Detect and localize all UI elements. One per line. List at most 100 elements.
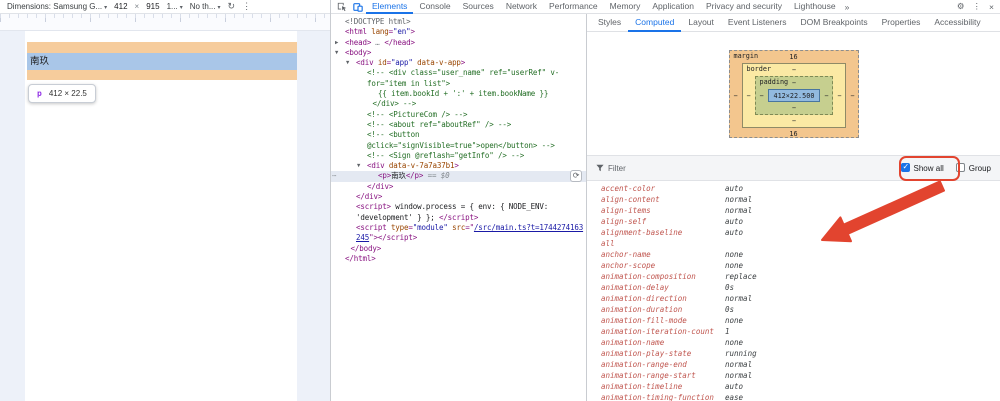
- padding-right-value[interactable]: −: [820, 89, 832, 102]
- dom-tree-node[interactable]: </div>: [331, 182, 586, 192]
- group-checkbox[interactable]: Group: [956, 163, 991, 173]
- margin-left-value[interactable]: −: [730, 63, 742, 128]
- computed-property-row[interactable]: anchor-namenone: [587, 249, 1000, 260]
- checkbox-checked-icon[interactable]: [901, 163, 910, 172]
- checkbox-unchecked-icon[interactable]: [956, 163, 965, 172]
- dom-tree-node-selected[interactable]: <p>南玖</p> == $0⋯⟳: [331, 171, 586, 181]
- dom-tree-node[interactable]: <script type="module" src="/src/main.ts?…: [331, 223, 586, 233]
- dom-tree-node[interactable]: <!-- <PictureCom /> -->: [331, 110, 586, 120]
- computed-property-row[interactable]: animation-range-startnormal: [587, 370, 1000, 381]
- dom-tree-node[interactable]: 245"></script>: [331, 233, 586, 243]
- node-more-actions-icon[interactable]: ⋯: [332, 171, 336, 181]
- inspect-cursor-icon[interactable]: [337, 2, 347, 12]
- computed-property-row[interactable]: animation-range-endnormal: [587, 359, 1000, 370]
- dom-tree-node[interactable]: <script> window.process = { env: { NODE_…: [331, 202, 586, 212]
- show-all-checkbox[interactable]: Show all: [901, 163, 944, 173]
- computed-property-row[interactable]: animation-play-staterunning: [587, 348, 1000, 359]
- dom-tree-node[interactable]: ▼<div data-v-7a7a37b1>: [331, 161, 586, 171]
- computed-property-row[interactable]: animation-namenone: [587, 337, 1000, 348]
- device-toolbar-toggle-icon[interactable]: [353, 2, 363, 12]
- computed-property-row[interactable]: anchor-scopenone: [587, 260, 1000, 271]
- viewport-height-input[interactable]: 915: [146, 2, 159, 11]
- computed-property-row[interactable]: align-contentnormal: [587, 194, 1000, 205]
- border-top-value[interactable]: −: [792, 66, 796, 74]
- margin-right-value[interactable]: −: [846, 63, 858, 128]
- dom-tree-node[interactable]: </div> -->: [331, 99, 586, 109]
- dom-tree-node[interactable]: <!-- <button: [331, 130, 586, 140]
- inspected-element-highlight[interactable]: 南玖: [27, 53, 297, 70]
- close-devtools-icon[interactable]: ×: [989, 2, 994, 12]
- padding-bottom-value[interactable]: −: [756, 102, 833, 114]
- computed-property-row[interactable]: animation-fill-modenone: [587, 315, 1000, 326]
- sidebar-tab-properties[interactable]: Properties: [875, 14, 928, 32]
- collapse-arrow-icon[interactable]: ▼: [346, 58, 349, 68]
- dom-tree-node[interactable]: </body>: [331, 244, 586, 254]
- collapse-arrow-icon[interactable]: ▼: [357, 161, 360, 171]
- viewport-width-input[interactable]: 412: [114, 2, 127, 11]
- computed-property-row[interactable]: accent-colorauto: [587, 183, 1000, 194]
- dom-tree-node[interactable]: <!DOCTYPE html>: [331, 17, 586, 27]
- filter-label[interactable]: Filter: [608, 164, 626, 173]
- padding-left-value[interactable]: −: [756, 89, 768, 102]
- code-segment: …: [371, 38, 384, 47]
- box-model-diagram[interactable]: margin16 − border− − padding−: [729, 50, 859, 138]
- sidebar-tab-styles[interactable]: Styles: [591, 14, 628, 32]
- border-left-value[interactable]: −: [743, 76, 755, 115]
- dom-tree-node[interactable]: </div>: [331, 192, 586, 202]
- devtools-menu-icon[interactable]: ⋮: [973, 1, 982, 12]
- dom-tree-node[interactable]: <!-- <about ref="aboutRef" /> -->: [331, 120, 586, 130]
- sidebar-tab-layout[interactable]: Layout: [681, 14, 721, 32]
- computed-property-row[interactable]: all: [587, 238, 1000, 249]
- more-tabs-icon[interactable]: »: [842, 2, 853, 12]
- sidebar-tab-computed[interactable]: Computed: [628, 14, 681, 32]
- tab-sources[interactable]: Sources: [457, 0, 500, 14]
- tab-application[interactable]: Application: [646, 0, 700, 14]
- rotate-viewport-icon[interactable]: ↻: [228, 2, 236, 11]
- computed-property-row[interactable]: align-itemsnormal: [587, 205, 1000, 216]
- device-toolbar-more-icon[interactable]: ⋮: [242, 2, 251, 11]
- dom-tree-node[interactable]: <!-- <Sign @reflash="getInfo" /> -->: [331, 151, 586, 161]
- dom-tree-node[interactable]: </html>: [331, 254, 586, 264]
- tab-console[interactable]: Console: [413, 0, 456, 14]
- tab-network[interactable]: Network: [500, 0, 543, 14]
- sidebar-tab-dom-breakpoints[interactable]: DOM Breakpoints: [794, 14, 875, 32]
- tab-elements[interactable]: Elements: [366, 0, 413, 14]
- computed-property-row[interactable]: animation-delay0s: [587, 282, 1000, 293]
- dom-tree-node[interactable]: 'development' } }; </script>: [331, 213, 586, 223]
- computed-property-row[interactable]: animation-directionnormal: [587, 293, 1000, 304]
- dom-tree-node[interactable]: ▶<head> … </head>: [331, 38, 586, 48]
- computed-property-row[interactable]: animation-duration0s: [587, 304, 1000, 315]
- computed-property-row[interactable]: animation-timing-functionease: [587, 392, 1000, 401]
- margin-top-value[interactable]: 16: [789, 53, 797, 61]
- border-right-value[interactable]: −: [833, 76, 845, 115]
- dom-tree-node[interactable]: for="item in list">: [331, 79, 586, 89]
- throttling-dropdown[interactable]: No th...▾: [190, 2, 221, 11]
- computed-property-row[interactable]: animation-timelineauto: [587, 381, 1000, 392]
- sidebar-tab-accessibility[interactable]: Accessibility: [927, 14, 987, 32]
- tab-performance[interactable]: Performance: [543, 0, 604, 14]
- tab-memory[interactable]: Memory: [604, 0, 647, 14]
- dom-tree-node[interactable]: {{ item.bookId + ':' + item.bookName }}: [331, 89, 586, 99]
- device-type-dropdown[interactable]: Dimensions: Samsung G...▾: [7, 2, 107, 11]
- padding-top-value[interactable]: −: [792, 79, 796, 87]
- dom-tree-node[interactable]: <!-- <div class="user_name" ref="userRef…: [331, 68, 586, 78]
- computed-property-row[interactable]: animation-iteration-count1: [587, 326, 1000, 337]
- content-box-value[interactable]: 412×22.500: [768, 89, 821, 102]
- dom-tree-node[interactable]: ▼<div id="app" data-v-app>: [331, 58, 586, 68]
- settings-gear-icon[interactable]: ⚙: [957, 1, 965, 12]
- sidebar-tab-event-listeners[interactable]: Event Listeners: [721, 14, 794, 32]
- computed-property-row[interactable]: alignment-baselineauto: [587, 227, 1000, 238]
- collapse-arrow-icon[interactable]: ▼: [335, 48, 338, 58]
- dom-tree-node[interactable]: <html lang="en">: [331, 27, 586, 37]
- dom-tree-node[interactable]: ▼<body>: [331, 48, 586, 58]
- zoom-dropdown[interactable]: 1...▾: [167, 2, 183, 11]
- tab-privacy-and-security[interactable]: Privacy and security: [700, 0, 788, 14]
- dom-tree-node[interactable]: @click="signVisible=true">open</button> …: [331, 141, 586, 151]
- tab-lighthouse[interactable]: Lighthouse: [788, 0, 842, 14]
- border-bottom-value[interactable]: −: [743, 115, 846, 127]
- computed-property-row[interactable]: animation-compositionreplace: [587, 271, 1000, 282]
- computed-property-row[interactable]: align-selfauto: [587, 216, 1000, 227]
- scroll-into-view-badge-icon[interactable]: ⟳: [570, 170, 582, 182]
- margin-bottom-value[interactable]: 16: [730, 128, 858, 140]
- expand-arrow-icon[interactable]: ▶: [335, 38, 338, 48]
